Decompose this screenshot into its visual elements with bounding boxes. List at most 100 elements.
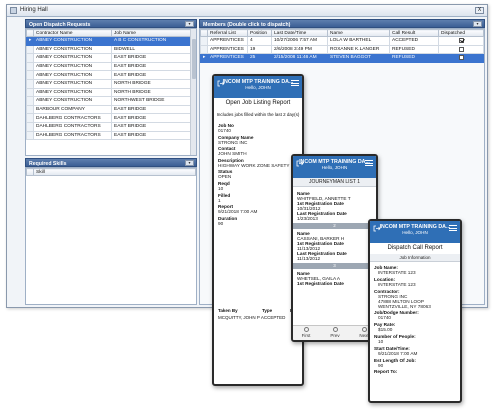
job-field: Status OPEN <box>218 169 302 179</box>
field-value: INTERSTATE 123 <box>378 281 416 287</box>
field-value: 10 <box>378 338 384 344</box>
table-row[interactable]: DAHLBERG CONTRACTORS EAST BRIDGE <box>26 121 192 132</box>
table-row[interactable]: ABNEY CONSTRUCTION EAST BRIDGE <box>26 53 192 63</box>
hamburger-menu-icon[interactable] <box>365 160 373 166</box>
table-row[interactable]: ABNEY CONSTRUCTION NORTH BRIDGE <box>26 78 192 89</box>
report-title: Open Job Listing Report <box>225 100 291 106</box>
list-item[interactable]: Name WHITFIELD, ANNETTE T 1st Registration… <box>293 189 376 223</box>
cell-dispatched <box>438 53 484 63</box>
column-header-call-result[interactable]: Call Result <box>389 29 439 37</box>
dispatch-field: Contractor: STRONG INC 47888 MILTON LOOP … <box>374 289 460 309</box>
cell-job: EAST BRIDGE <box>111 104 192 115</box>
table-row[interactable]: DAHLBERG CONTRACTORS EAST BRIDGE <box>26 130 192 141</box>
table-row[interactable]: ABNEY CONSTRUCTION NORTHWEST BRIDGE <box>26 96 192 106</box>
dispatched-checkbox[interactable] <box>458 46 464 52</box>
members-header: Members (Double click to dispatch) ▾ <box>199 19 485 28</box>
open-requests-header: Open Dispatch Requests ▾ <box>25 19 197 28</box>
cell-name: ROXANNE K.LANGER <box>327 44 390 55</box>
cell-call-result: REFUSED <box>389 44 439 55</box>
job-field: Filled 1 <box>218 193 302 203</box>
table-row[interactable]: ABNEY CONSTRUCTION EAST BRIDGE <box>26 70 192 80</box>
table-row[interactable]: APPRENTICES 19 2/6/2008 3:49 PM ROXANNE K.L… <box>200 44 484 55</box>
column-header-contractor[interactable]: Contractor Name <box>33 29 112 37</box>
dispatch-field: Job Name: INTERSTATE 123 <box>374 265 460 275</box>
report-subtitle: Includes jobs filled within the last 2 d… <box>216 112 300 117</box>
dispatched-checkbox[interactable] <box>458 55 464 61</box>
cell-contractor: BARBOUR COMPANY <box>33 104 112 115</box>
table-row[interactable]: APPRENTICES 4 10/27/2006 7:57 AM LOLA W BAR… <box>200 36 484 46</box>
dispatch-field: Location: INTERSTATE 123 <box>374 277 460 287</box>
app-icon <box>10 7 17 14</box>
phone-header: INCOM MTP TRAINING DA... Hello, JOHN <box>293 156 376 178</box>
members-grid: Referral List Position Last Date/Time Na… <box>200 29 484 63</box>
field-value: 01740 <box>218 128 232 133</box>
pane-pin-button[interactable]: ▾ <box>185 160 194 166</box>
entry-field-value: 11/13/2012 <box>297 256 321 261</box>
hamburger-menu-icon[interactable] <box>449 225 457 231</box>
job-fields: Job No 01740 Company Name STRONG INC Contact… <box>218 123 302 227</box>
field-value: 9/21/2018 7:00 AM <box>218 209 258 215</box>
row-indicator <box>26 44 34 55</box>
greeting: Hello, JOHN <box>402 230 428 235</box>
table-row[interactable]: ▸ APPRENTICES 25 2/15/2008 11:46 AM STEVEN B… <box>200 53 484 63</box>
list-item[interactable]: Name WHETSEL, GAILA A 1st Registration Dat… <box>293 269 376 288</box>
cell-name: LOLA W BARTHEL <box>327 36 390 46</box>
row-indicator <box>26 96 34 106</box>
dispatch-field: Start Date/Time: 9/21/2018 7:00 AM <box>374 346 460 356</box>
table-row[interactable]: ▸ ABNEY CONSTRUCTION A B C CONSTRUCTION <box>26 36 192 46</box>
column-header-last-date[interactable]: Last Date/Time <box>271 29 328 37</box>
logout-icon[interactable] <box>296 160 304 167</box>
cell-job: EAST BRIDGE <box>111 61 192 72</box>
cell-job: EAST BRIDGE <box>111 53 192 63</box>
greeting: Hello, JOHN <box>321 165 348 170</box>
row-indicator <box>200 44 208 55</box>
field-value: 10 <box>218 185 224 191</box>
job-field: Contact JOHN SMITH <box>218 146 302 156</box>
close-button[interactable]: X <box>475 7 484 14</box>
cell-job: EAST BRIDGE <box>111 130 192 141</box>
row-indicator <box>26 87 34 98</box>
pane-pin-button[interactable]: ▾ <box>185 21 194 27</box>
row-indicator: ▸ <box>26 36 34 46</box>
phone-journeyman-list: INCOM MTP TRAINING DA... Hello, JOHN JOU… <box>291 154 378 342</box>
scrollbar-thumb[interactable] <box>192 39 196 79</box>
cell-contractor: DAHLBERG CONTRACTORS <box>33 121 112 132</box>
cell-contractor: ABNEY CONSTRUCTION <box>33 87 112 98</box>
column-header-dispatched[interactable]: Dispatched <box>438 29 484 37</box>
cell-name: STEVEN BAGGOT <box>327 53 390 63</box>
cell-contractor: ABNEY CONSTRUCTION <box>33 78 112 89</box>
cell-contractor: ABNEY CONSTRUCTION <box>33 61 112 72</box>
open-requests-title: Open Dispatch Requests <box>29 21 91 28</box>
open-requests-scrollbar[interactable] <box>190 29 196 155</box>
table-row[interactable]: ABNEY CONSTRUCTION NORTH BRIDGE <box>26 87 192 98</box>
column-header-name[interactable]: Name <box>327 29 390 37</box>
pane-pin-button[interactable]: ▾ <box>473 21 482 27</box>
dispatched-checkbox[interactable] <box>458 37 464 43</box>
table-row[interactable]: BARBOUR COMPANY EAST BRIDGE <box>26 104 192 115</box>
cell-job: A B C CONSTRUCTION <box>111 36 192 46</box>
table-row[interactable]: DAHLBERG CONTRACTORS EAST BRIDGE <box>26 113 192 123</box>
phone-header: INCOM MTP TRAINING DA... Hello, JOHN <box>370 221 460 243</box>
cell-contractor: DAHLBERG CONTRACTORS <box>33 113 112 123</box>
hamburger-menu-icon[interactable] <box>291 80 299 86</box>
row-indicator <box>26 113 34 123</box>
table-row[interactable]: ABNEY CONSTRUCTION EAST BRIDGE <box>26 61 192 72</box>
cell-referral-list: APPRENTICES <box>207 44 248 55</box>
greeting: Hello, JOHN <box>245 85 271 90</box>
field-value: OPEN <box>218 174 232 180</box>
logout-icon[interactable] <box>373 225 381 232</box>
prev-page-button[interactable]: Prev <box>325 327 345 338</box>
first-page-button[interactable]: First <box>296 327 316 338</box>
cell-contractor: ABNEY CONSTRUCTION <box>33 70 112 80</box>
logout-icon[interactable] <box>217 80 225 87</box>
column-header-skill[interactable]: Skill <box>33 168 196 176</box>
column-header-referral-list[interactable]: Referral List <box>207 29 248 37</box>
column-header-position[interactable]: Position <box>247 29 272 37</box>
column-header-job[interactable]: Job Name <box>111 29 192 37</box>
row-indicator <box>26 130 34 141</box>
list-item[interactable]: Name CASSANI, BARKER H 1st Registration Da… <box>293 229 376 263</box>
field-value: 1 <box>218 197 221 203</box>
field-value: HIGHWAY WORK ZONE SAFETY <box>218 162 290 168</box>
cell-contractor: ABNEY CONSTRUCTION <box>33 53 112 63</box>
table-row[interactable]: ABNEY CONSTRUCTION BIDWELL <box>26 44 192 55</box>
